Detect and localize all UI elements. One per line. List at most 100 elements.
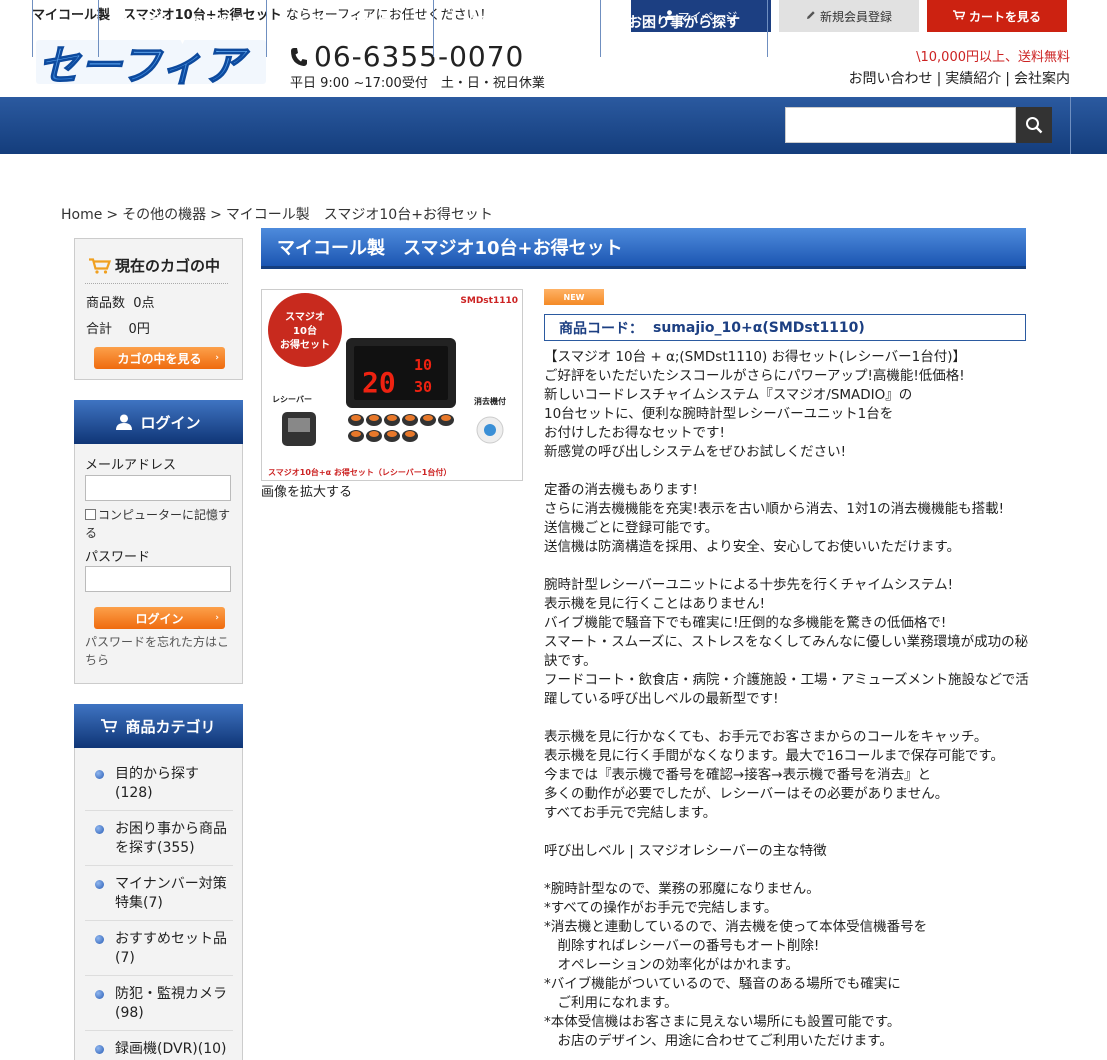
desc-line: 呼び出しベル | スマジオレシーバーの主な特徴 [544, 843, 827, 859]
category-item[interactable]: お困り事から商品を探す(355) [85, 818, 233, 866]
register-button[interactable]: 新規会員登録 [779, 0, 919, 32]
remember-me[interactable]: コンピューターに記憶する [85, 506, 235, 542]
desc-line: 送信機ごとに登録可能です。 [544, 520, 719, 536]
new-badge: NEW [544, 289, 604, 305]
display-bottom: 30 [414, 378, 432, 396]
search-button[interactable] [1016, 107, 1052, 143]
transmitter-buttons [348, 414, 454, 442]
desc-line: *消去機と連動しているので、消去機を使って本体受信機番号を [544, 919, 928, 935]
product-description: 【スマジオ 10台 + α;(SMDst1110) お得セット(レシーバー1台付… [544, 348, 1034, 1051]
company-link[interactable]: 会社案内 [1014, 71, 1070, 87]
category-list: 目的から探す(128) お困り事から商品を探す(355) マイナンバー対策特集(… [85, 763, 233, 1060]
nav-purpose[interactable]: 目的から探す ▼ [266, 0, 433, 57]
nav-home[interactable] [32, 0, 98, 57]
email-label: メールアドレス [85, 458, 177, 473]
display-main: 20 [362, 366, 396, 399]
desc-line: さらに消去機機能を充実!表示を古い順から消去、1対1の消去機機能も搭載! [544, 501, 1005, 517]
bullet-icon [95, 770, 104, 779]
register-label: 新規会員登録 [819, 9, 892, 24]
nav-price[interactable]: 価格帯から探す ▼ [433, 0, 600, 57]
contact-link[interactable]: お問い合わせ [849, 71, 933, 87]
desc-line: 新しいコードレスチャイムシステム『スマジオ/SMADIO』の [544, 387, 913, 403]
cart-icon [89, 257, 111, 274]
category-item[interactable]: マイナンバー対策特集(7) [85, 873, 233, 921]
bullet-icon [95, 880, 104, 889]
breadcrumb-home[interactable]: Home [61, 207, 102, 223]
desc-line: 新感覚の呼び出しシステムをぜひお試しください! [544, 444, 847, 460]
display-top: 10 [414, 356, 432, 374]
nav-divider [1070, 97, 1071, 154]
nav-trouble[interactable]: お困り事から探す ▼ [600, 0, 768, 57]
desc-line: *バイブ機能がついているので、騒音のある場所でも確実に [544, 976, 901, 992]
enlarge-image-link[interactable]: 画像を拡大する [261, 481, 352, 500]
desc-line: 送信機は防滴構造を採用、より安全、安心してお使いいただけます。 [544, 539, 961, 555]
desc-line: 今までは『表示機で番号を確認→接客→表示機で番号を消去』と [544, 767, 932, 783]
search-input[interactable] [785, 107, 1016, 143]
cart-summary: 現在のカゴの中 商品数 0点 合計 0円 カゴの中を見る › [74, 238, 243, 380]
category-panel: 商品カテゴリ 目的から探す(128) お困り事から商品を探す(355) マイナン… [74, 704, 243, 1060]
desc-line: 定番の消去機もあります! [544, 482, 698, 498]
desc-line: 削除すればレシーバーの番号もオート削除! [544, 938, 820, 954]
view-cart-button[interactable]: カートを見る [927, 0, 1067, 32]
caret-down-icon: ▼ [680, 36, 688, 45]
desc-line: すべてお手元で完結します。 [544, 805, 717, 821]
login-button[interactable]: ログイン › [94, 607, 225, 629]
product-code: 商品コード： sumajio_10+α(SMDst1110) [544, 314, 1026, 341]
cart-total-value: 0円 [128, 322, 150, 337]
desc-line: *すべての操作がお手元で完結します。 [544, 900, 778, 916]
divider [85, 283, 228, 284]
nav-category-label: カテゴリーから探す [119, 15, 246, 31]
cart-count-value: 0点 [133, 296, 155, 311]
desc-line: 表示機を見に行くことはありません! [544, 596, 766, 612]
caret-down-icon: ▼ [346, 36, 354, 45]
category-panel-header: 商品カテゴリ [74, 704, 243, 748]
desc-line: 多くの動作が必要でしたが、レシーバーはその必要がありません。 [544, 786, 949, 802]
bullet-icon [95, 1045, 104, 1054]
home-icon [54, 18, 77, 39]
desc-line: 【スマジオ 10台 + α;(SMDst1110) お得セット(レシーバー1台付… [544, 349, 967, 365]
password-field[interactable] [85, 566, 231, 592]
view-cart-label: カートを見る [968, 9, 1041, 24]
category-item[interactable]: 防犯・監視カメラ(98) [85, 983, 233, 1031]
results-link[interactable]: 実績紹介 [945, 71, 1001, 87]
cart-count: 商品数 0点 [86, 296, 155, 311]
forgot-password-link[interactable]: パスワードを忘れた方はこちら [85, 633, 235, 669]
user-icon [116, 414, 133, 430]
category-item[interactable]: おすすめセット品(7) [85, 928, 233, 976]
desc-line: 表示機を見に行かなくても、お手元でお客さまからのコールをキャッチ。 [544, 729, 988, 745]
product-image[interactable]: SMDst1110 スマジオ 10台お得セット 20 10 30 レシーバー 消去… [261, 289, 523, 481]
breadcrumb: Home > その他の機器 > マイコール製 スマジオ10台+お得セット [61, 207, 493, 223]
breadcrumb-category[interactable]: その他の機器 [122, 207, 206, 223]
desc-line: お付けしたお得なセットです! [544, 425, 725, 441]
search-icon [1026, 117, 1043, 134]
chevron-right-icon: › [215, 613, 219, 623]
desc-line: バイブ機能で騒音下でも確実に!圧倒的な多機能を驚きの低価格で! [544, 615, 947, 631]
bullet-icon [95, 935, 104, 944]
chevron-right-icon: › [215, 353, 219, 363]
desc-line: お店のデザイン、用途に合わせてご利用いただけます。 [544, 1033, 893, 1049]
email-field[interactable] [85, 475, 231, 501]
category-item[interactable]: 録画機(DVR)(10) [85, 1038, 233, 1060]
cart-total: 合計 0円 [86, 322, 150, 337]
desc-line: スマート・スムーズに、ストレスをなくしてみんなに優しい業務環境が成功の秘訣です。 [544, 634, 1029, 669]
remember-checkbox[interactable] [85, 509, 96, 520]
bullet-icon [95, 990, 104, 999]
page-title: マイコール製 スマジオ10台+お得セット [261, 228, 1026, 269]
desc-line: ご好評をいただいたシスコールがさらにパワーアップ!高機能!低価格! [544, 368, 965, 384]
desc-line: *腕時計型なので、業務の邪魔になりません。 [544, 881, 820, 897]
product-code-value: sumajio_10+α(SMDst1110) [653, 319, 865, 336]
pencil-icon [806, 10, 816, 23]
desc-line: フードコート・飲食店・病院・介護施設・工場・アミューズメント施設などで活躍してい… [544, 672, 1029, 707]
desc-line: オペレーションの効率化がはかれます。 [544, 957, 799, 973]
login-panel-header: ログイン [74, 400, 243, 444]
nav-price-label: 価格帯から探す [468, 15, 566, 31]
free-shipping-note: \10,000円以上、送料無料 [916, 50, 1070, 65]
view-cart-contents-button[interactable]: カゴの中を見る › [94, 347, 225, 369]
nav-trouble-label: お困り事から探す [628, 15, 740, 31]
desc-line: ご利用になれます。 [544, 995, 678, 1011]
nav-category[interactable]: カテゴリーから探す ▼ [98, 0, 266, 57]
desc-line: 表示機を見に行く手間がなくなります。最大で16コールまで保存可能です。 [544, 748, 1004, 764]
desc-line: 10台セットに、便利な腕時計型レシーバーユニット1台を [544, 406, 894, 422]
caret-down-icon: ▼ [179, 36, 186, 45]
category-item[interactable]: 目的から探す(128) [85, 763, 233, 811]
